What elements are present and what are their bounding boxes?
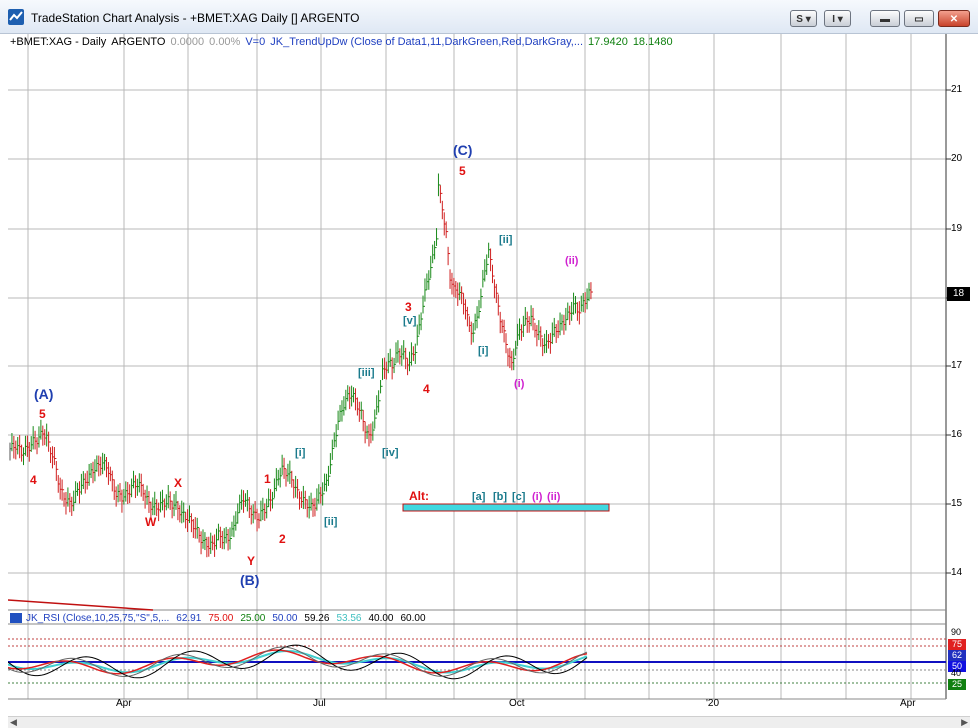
wave-label-A5: 5 <box>39 407 46 421</box>
trend-line <box>8 599 154 611</box>
wave-label-2: 2 <box>279 532 286 546</box>
rsi-tick: 40 <box>951 668 962 678</box>
rsi-value-2: 75.00 <box>208 613 234 624</box>
wave-label-v: [v] <box>403 315 417 327</box>
wave-label-W: W <box>145 515 157 529</box>
rsi-label: JK_RSI (Close,10,25,75,"S",5,... <box>26 613 170 624</box>
s-menu-button[interactable]: S ▾ <box>790 10 817 27</box>
price-tick: 19 <box>951 223 963 234</box>
wave-label-3: 3 <box>405 300 412 314</box>
rsi-value-8: 60.00 <box>400 613 426 624</box>
wave-label-C5: 5 <box>459 164 466 178</box>
rsi-value-6: 53.56 <box>336 613 362 624</box>
wave-label-X: X <box>174 476 183 490</box>
price-tick: 17 <box>951 360 963 371</box>
rsi-box-62: 62 <box>948 650 966 661</box>
alt-target-zone <box>402 503 610 512</box>
wave-label-ii-2: [ii] <box>499 234 513 246</box>
date-tick: Apr <box>116 698 132 709</box>
wave-label-B: (B) <box>240 572 260 588</box>
alt-wave-minor-ii: (ii) <box>547 491 561 503</box>
current-price-marker: 18 <box>947 287 970 301</box>
tradestation-app-icon <box>8 9 24 25</box>
indicator-label: JK_TrendUpDw (Close of Data1,11,DarkGree… <box>270 36 584 48</box>
alt-wave-a: [a] <box>472 491 486 503</box>
rsi-info-line: JK_RSI (Close,10,25,75,"S",5,... 62.91 75.… <box>10 613 433 624</box>
pct-value: 0.00% <box>209 36 241 48</box>
chart-info-line: +BMET:XAG - Daily ARGENTO 0.0000 0.00% V=0 JK… <box>10 36 678 48</box>
price-tick: 21 <box>951 84 963 95</box>
window-title: TradeStation Chart Analysis - +BMET:XAG … <box>31 11 360 25</box>
price-tick: 14 <box>951 567 963 578</box>
rsi-value-1: 62.91 <box>176 613 202 624</box>
wave-label-iv: [iv] <box>382 447 399 459</box>
date-tick: Apr <box>900 698 916 709</box>
wave-label-4: 4 <box>423 382 430 396</box>
alt-label: Alt: <box>409 489 429 503</box>
minimize-icon[interactable]: ▬ <box>870 10 900 27</box>
price-tick: 16 <box>951 429 963 440</box>
rsi-box-25: 25 <box>948 679 966 690</box>
change-value: 0.0000 <box>170 36 205 48</box>
maximize-icon[interactable]: ▭ <box>904 10 934 27</box>
wave-label-C: (C) <box>453 142 473 158</box>
price-tick: 15 <box>951 498 963 509</box>
wave-label-A: (A) <box>34 386 54 402</box>
indicator-icon <box>10 613 22 624</box>
rsi-value-5: 59.26 <box>304 613 330 624</box>
date-tick: '20 <box>706 698 720 709</box>
volume-value: V=0 <box>245 36 266 48</box>
rsi-tick: 90 <box>951 627 962 637</box>
rsi-panel <box>8 638 946 684</box>
wave-label-A4: 4 <box>30 473 37 487</box>
wave-label-i-2: [i] <box>478 345 489 357</box>
wave-label-minor-i: (i) <box>514 378 525 390</box>
indicator-value-2: 18.1480 <box>632 36 673 48</box>
alt-wave-minor-i: (i) <box>532 491 543 503</box>
title-bar: TradeStation Chart Analysis - +BMET:XAG … <box>0 0 978 34</box>
rsi-value-7: 40.00 <box>368 613 394 624</box>
wave-label-minor-ii: (ii) <box>565 255 579 267</box>
horizontal-scrollbar[interactable]: ◀ ▶ <box>8 716 970 728</box>
date-tick: Jul <box>313 698 326 709</box>
i-menu-button[interactable]: I ▾ <box>824 10 851 27</box>
rsi-box-75: 75 <box>948 639 966 650</box>
close-icon[interactable]: ✕ <box>938 10 970 27</box>
scroll-left-icon[interactable]: ◀ <box>10 717 17 728</box>
rsi-value-4: 50.00 <box>272 613 298 624</box>
alt-wave-b: [b] <box>493 491 508 503</box>
wave-label-1: 1 <box>264 472 271 486</box>
wave-label-iii: [iii] <box>358 367 375 379</box>
symbol-label: +BMET:XAG - Daily <box>10 36 107 48</box>
wave-label-ii: [ii] <box>324 516 338 528</box>
scroll-right-icon[interactable]: ▶ <box>961 717 968 728</box>
date-tick: Oct <box>509 698 525 709</box>
wave-label-Y: Y <box>247 554 256 568</box>
alt-wave-c: [c] <box>512 491 526 503</box>
price-tick: 20 <box>951 153 963 164</box>
indicator-value-1: 17.9420 <box>588 36 628 48</box>
description-label: ARGENTO <box>111 36 166 48</box>
wave-label-i: [i] <box>295 447 306 459</box>
rsi-value-3: 25.00 <box>240 613 266 624</box>
